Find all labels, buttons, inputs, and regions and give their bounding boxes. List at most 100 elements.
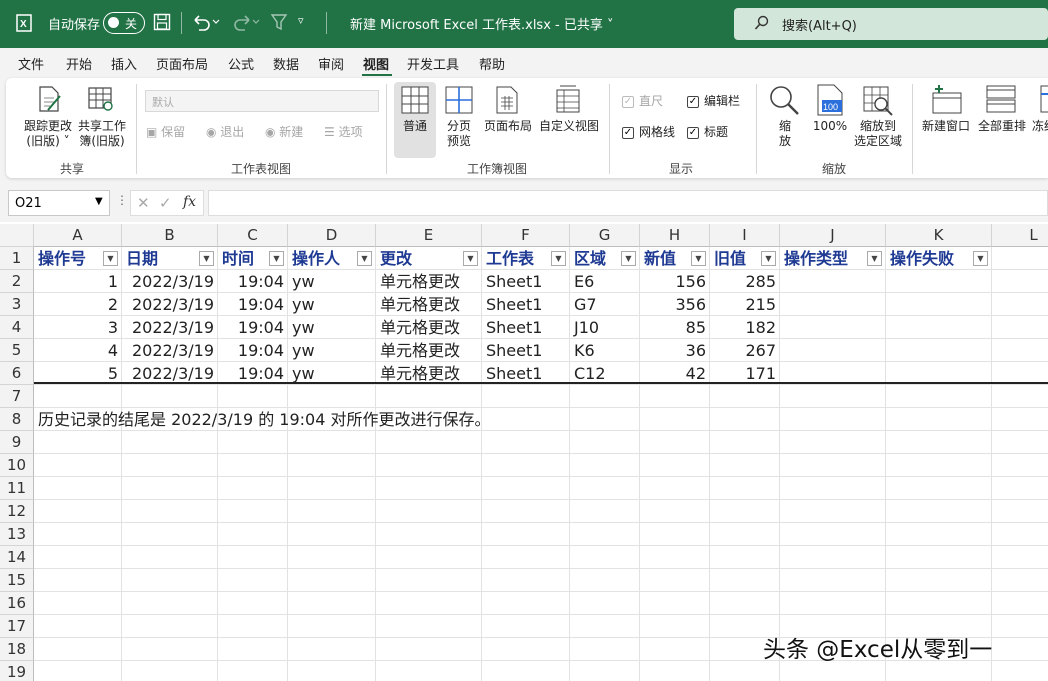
grid-cell[interactable]: [640, 431, 710, 454]
row-header-10[interactable]: 10: [0, 454, 34, 477]
grid-cell[interactable]: [570, 477, 640, 500]
tab-home[interactable]: 开始: [66, 54, 92, 73]
tab-view[interactable]: 视图: [363, 54, 389, 73]
undo-icon[interactable]: [191, 13, 221, 31]
table-cell[interactable]: yw: [288, 293, 376, 316]
grid-cell[interactable]: [218, 592, 288, 615]
grid-cell[interactable]: [780, 569, 886, 592]
grid-cell[interactable]: [218, 546, 288, 569]
grid-cell[interactable]: [570, 546, 640, 569]
share-workbook-button[interactable]: 共享工作 簿(旧版): [74, 119, 130, 149]
grid-cell[interactable]: [992, 431, 1048, 454]
filter-dropdown-icon[interactable]: ▼: [103, 251, 118, 266]
tab-developer[interactable]: 开发工具: [407, 54, 459, 73]
row-header-14[interactable]: 14: [0, 546, 34, 569]
grid-cell[interactable]: [640, 477, 710, 500]
grid-cell[interactable]: [122, 546, 218, 569]
grid-cell[interactable]: [376, 615, 482, 638]
spreadsheet-grid[interactable]: A B C D E F G H I J K L 1 2 3 4 5 6 7 8 9 10 11 12 13 14 15 16 17 18 1…: [0, 224, 1048, 681]
filter-dropdown-icon[interactable]: ▼: [269, 251, 284, 266]
grid-cell[interactable]: [780, 592, 886, 615]
grid-cell[interactable]: [640, 592, 710, 615]
view-options-button[interactable]: ☰ 选项: [324, 125, 363, 140]
column-header-l[interactable]: L: [992, 224, 1048, 247]
grid-cell[interactable]: [482, 661, 570, 681]
grid-cell[interactable]: [570, 661, 640, 681]
tab-insert[interactable]: 插入: [111, 54, 137, 73]
grid-cell[interactable]: [376, 569, 482, 592]
table-cell[interactable]: 2: [34, 293, 122, 316]
grid-cell[interactable]: [992, 638, 1048, 661]
row-header-7[interactable]: 7: [0, 385, 34, 408]
row-header-17[interactable]: 17: [0, 615, 34, 638]
grid-cell[interactable]: [992, 569, 1048, 592]
grid-cell[interactable]: [570, 592, 640, 615]
drag-handle-icon[interactable]: ⋮: [116, 193, 128, 207]
redo-icon[interactable]: [231, 13, 261, 31]
row-header-13[interactable]: 13: [0, 523, 34, 546]
tab-data[interactable]: 数据: [273, 54, 299, 73]
grid-cell[interactable]: [376, 546, 482, 569]
grid-cell[interactable]: [288, 477, 376, 500]
row-header-16[interactable]: 16: [0, 592, 34, 615]
table-cell[interactable]: 19:04: [218, 293, 288, 316]
grid-cell[interactable]: [780, 546, 886, 569]
table-cell[interactable]: 156: [640, 270, 710, 293]
grid-cell[interactable]: [218, 569, 288, 592]
grid-cell[interactable]: [992, 339, 1048, 362]
grid-cell[interactable]: [34, 431, 122, 454]
grid-cell[interactable]: [288, 569, 376, 592]
grid-cell[interactable]: [34, 500, 122, 523]
filter-dropdown-icon[interactable]: ▼: [199, 251, 214, 266]
tab-help[interactable]: 帮助: [479, 54, 505, 73]
grid-cell[interactable]: [640, 615, 710, 638]
search-input[interactable]: 搜索(Alt+Q): [734, 8, 1048, 40]
grid-cell[interactable]: [886, 454, 992, 477]
column-header-h[interactable]: H: [640, 224, 710, 247]
column-header-b[interactable]: B: [122, 224, 218, 247]
grid-cell[interactable]: [218, 477, 288, 500]
grid-cell[interactable]: [886, 293, 992, 316]
grid-cell[interactable]: [376, 477, 482, 500]
grid-cell[interactable]: [34, 569, 122, 592]
row-header-15[interactable]: 15: [0, 569, 34, 592]
filter-dropdown-icon[interactable]: ▼: [691, 251, 706, 266]
grid-cell[interactable]: [376, 638, 482, 661]
column-header-k[interactable]: K: [886, 224, 992, 247]
tab-review[interactable]: 审阅: [318, 54, 344, 73]
track-changes-button[interactable]: 跟踪更改 (旧版) ˅: [20, 119, 76, 149]
grid-cell[interactable]: [640, 661, 710, 681]
grid-cell[interactable]: [992, 477, 1048, 500]
row-header-3[interactable]: 3: [0, 293, 34, 316]
tab-formulas[interactable]: 公式: [228, 54, 254, 73]
grid-cell[interactable]: [34, 523, 122, 546]
grid-cell[interactable]: [122, 500, 218, 523]
table-cell[interactable]: 2022/3/19: [122, 270, 218, 293]
confirm-icon[interactable]: ✓: [159, 194, 172, 212]
grid-cell[interactable]: [482, 615, 570, 638]
grid-cell[interactable]: [482, 454, 570, 477]
column-header-a[interactable]: A: [34, 224, 122, 247]
grid-cell[interactable]: [780, 293, 886, 316]
table-cell[interactable]: 85: [640, 316, 710, 339]
grid-cell[interactable]: [640, 638, 710, 661]
table-cell[interactable]: Sheet1: [482, 293, 570, 316]
table-cell[interactable]: 356: [640, 293, 710, 316]
grid-cell[interactable]: [482, 408, 570, 431]
grid-cell[interactable]: [376, 385, 482, 408]
grid-cell[interactable]: [34, 615, 122, 638]
document-title[interactable]: 新建 Microsoft Excel 工作表.xlsx - 已共享 ˅: [350, 14, 614, 33]
column-header-d[interactable]: D: [288, 224, 376, 247]
grid-cell[interactable]: [570, 385, 640, 408]
grid-cell[interactable]: [218, 661, 288, 681]
exit-view-button[interactable]: ◉ 退出: [206, 125, 244, 140]
table-cell[interactable]: Sheet1: [482, 339, 570, 362]
grid-cell[interactable]: [992, 316, 1048, 339]
grid-cell[interactable]: [992, 385, 1048, 408]
filter-icon[interactable]: [270, 13, 288, 31]
grid-cell[interactable]: [780, 408, 886, 431]
row-header-6[interactable]: 6: [0, 362, 34, 385]
column-header-j[interactable]: J: [780, 224, 886, 247]
grid-cell[interactable]: [376, 431, 482, 454]
grid-cell[interactable]: [780, 661, 886, 681]
